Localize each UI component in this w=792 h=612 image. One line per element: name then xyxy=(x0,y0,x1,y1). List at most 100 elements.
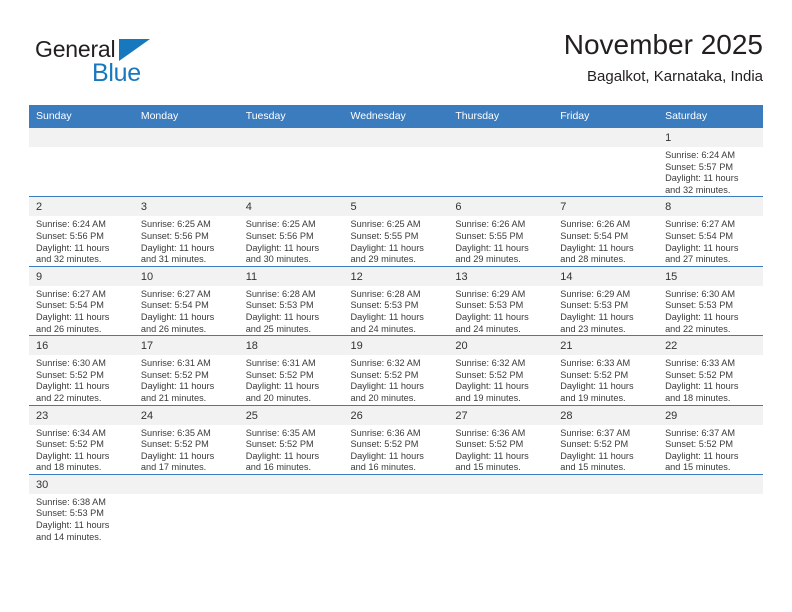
calendar-day-cell[interactable]: 10 Sunrise: 6:27 AM Sunset: 5:54 PM Dayligh… xyxy=(133,265,239,336)
detail-sunrise: Sunrise: 6:27 AM xyxy=(36,288,106,299)
detail-sunset: Sunset: 5:52 PM xyxy=(140,439,209,450)
day-number: 11 xyxy=(238,267,344,286)
detail-sunrise: Sunrise: 6:35 AM xyxy=(245,427,316,438)
detail-daylight2: and 21 minutes. xyxy=(140,392,207,403)
calendar-week-row: 30 Sunrise: 6:38 AM Sunset: 5:53 PM Dayligh… xyxy=(29,473,763,544)
calendar-day-cell[interactable]: 14 Sunrise: 6:29 AM Sunset: 5:53 PM Dayligh… xyxy=(553,265,659,336)
calendar-day-cell[interactable]: 8 Sunrise: 6:27 AM Sunset: 5:54 PM Daylight… xyxy=(658,196,763,267)
detail-daylight1: Daylight: 11 hours xyxy=(245,311,320,322)
day-number: 6 xyxy=(448,197,554,217)
detail-daylight1: Daylight: 11 hours xyxy=(36,450,110,461)
detail-sunset: Sunset: 5:52 PM xyxy=(560,439,629,450)
day-number: 1 xyxy=(658,128,763,147)
day-details: Sunrise: 6:35 AM Sunset: 5:52 PM Daylight:… xyxy=(239,425,344,474)
detail-sunset: Sunset: 5:56 PM xyxy=(36,230,104,241)
day-number: 7 xyxy=(553,197,659,217)
weekday-header-monday: Monday xyxy=(133,105,239,128)
calendar-day-cell[interactable]: 30 Sunrise: 6:38 AM Sunset: 5:53 PM Dayligh… xyxy=(29,473,134,544)
calendar-cell-empty xyxy=(553,473,659,544)
day-details: Sunrise: 6:27 AM Sunset: 5:54 PM Daylight:… xyxy=(658,216,763,265)
detail-daylight2: and 22 minutes. xyxy=(665,323,731,334)
calendar-day-cell[interactable]: 24 Sunrise: 6:35 AM Sunset: 5:52 PM Dayligh… xyxy=(133,404,239,475)
calendar-day-cell[interactable]: 7 Sunrise: 6:26 AM Sunset: 5:54 PM Daylight… xyxy=(553,196,659,267)
calendar-day-cell[interactable]: 29 Sunrise: 6:37 AM Sunset: 5:52 PM Dayligh… xyxy=(658,404,763,475)
calendar-cell-empty xyxy=(133,126,239,197)
detail-sunset: Sunset: 5:53 PM xyxy=(350,300,419,311)
detail-sunset: Sunset: 5:56 PM xyxy=(245,230,314,241)
weekday-header-tuesday: Tuesday xyxy=(238,105,344,128)
detail-sunset: Sunset: 5:55 PM xyxy=(455,230,524,241)
calendar-day-cell[interactable]: 26 Sunrise: 6:36 AM Sunset: 5:52 PM Dayligh… xyxy=(343,404,449,475)
day-details: Sunrise: 6:30 AM Sunset: 5:52 PM Daylight:… xyxy=(29,355,134,404)
detail-sunrise: Sunrise: 6:33 AM xyxy=(665,358,736,369)
detail-sunset: Sunset: 5:54 PM xyxy=(36,300,104,311)
day-details: Sunrise: 6:38 AM Sunset: 5:53 PM Daylight:… xyxy=(29,494,134,543)
detail-sunrise: Sunrise: 6:31 AM xyxy=(245,358,316,369)
weekday-header-saturday: Saturday xyxy=(658,105,763,128)
detail-sunrise: Sunrise: 6:28 AM xyxy=(350,288,421,299)
detail-daylight1: Daylight: 11 hours xyxy=(665,450,739,461)
calendar-day-cell[interactable]: 1 Sunrise: 6:24 AM Sunset: 5:57 PM Daylight… xyxy=(658,126,763,197)
detail-sunrise: Sunrise: 6:26 AM xyxy=(455,219,526,230)
title-block: November 2025 Bagalkot, Karnataka, India xyxy=(564,28,763,88)
day-number xyxy=(553,128,659,147)
calendar-day-cell[interactable]: 17 Sunrise: 6:31 AM Sunset: 5:52 PM Dayligh… xyxy=(133,335,239,405)
detail-sunset: Sunset: 5:52 PM xyxy=(350,369,419,380)
calendar-day-cell[interactable]: 18 Sunrise: 6:31 AM Sunset: 5:52 PM Dayligh… xyxy=(238,335,344,405)
logo-blue-text: Blue xyxy=(92,59,141,87)
detail-daylight2: and 30 minutes. xyxy=(245,254,312,265)
day-number: 27 xyxy=(448,406,554,425)
detail-sunrise: Sunrise: 6:36 AM xyxy=(455,427,526,438)
detail-sunrise: Sunrise: 6:37 AM xyxy=(665,427,736,438)
detail-daylight1: Daylight: 11 hours xyxy=(350,311,424,322)
calendar-day-cell[interactable]: 4 Sunrise: 6:25 AM Sunset: 5:56 PM Daylight… xyxy=(238,196,344,267)
calendar-day-cell[interactable]: 3 Sunrise: 6:25 AM Sunset: 5:56 PM Daylight… xyxy=(133,196,239,267)
day-number: 18 xyxy=(238,336,344,356)
day-details: Sunrise: 6:27 AM Sunset: 5:54 PM Daylight:… xyxy=(134,286,239,335)
calendar-day-cell[interactable]: 16 Sunrise: 6:30 AM Sunset: 5:52 PM Dayligh… xyxy=(29,335,134,405)
day-number xyxy=(448,128,554,147)
detail-daylight1: Daylight: 11 hours xyxy=(245,381,320,392)
day-number xyxy=(238,128,344,147)
detail-daylight2: and 15 minutes. xyxy=(560,462,626,473)
detail-daylight1: Daylight: 11 hours xyxy=(245,242,320,253)
detail-sunrise: Sunrise: 6:33 AM xyxy=(560,358,631,369)
detail-daylight2: and 23 minutes. xyxy=(560,323,626,334)
calendar-day-cell[interactable]: 11 Sunrise: 6:28 AM Sunset: 5:53 PM Dayligh… xyxy=(238,265,344,336)
calendar-day-cell[interactable]: 13 Sunrise: 6:29 AM Sunset: 5:53 PM Dayligh… xyxy=(448,265,554,336)
day-number: 16 xyxy=(29,336,134,356)
general-blue-logo: General Blue xyxy=(35,36,215,92)
calendar-page: General Blue November 2025 Bagalkot, Kar… xyxy=(0,0,792,612)
calendar-day-cell[interactable]: 21 Sunrise: 6:33 AM Sunset: 5:52 PM Dayligh… xyxy=(553,335,659,405)
calendar-day-cell[interactable]: 25 Sunrise: 6:35 AM Sunset: 5:52 PM Dayligh… xyxy=(238,404,344,475)
detail-daylight2: and 16 minutes. xyxy=(245,462,312,473)
detail-sunrise: Sunrise: 6:31 AM xyxy=(140,358,211,369)
day-number xyxy=(553,475,659,494)
detail-sunrise: Sunrise: 6:24 AM xyxy=(665,150,736,160)
calendar-day-cell[interactable]: 9 Sunrise: 6:27 AM Sunset: 5:54 PM Daylight… xyxy=(29,265,134,336)
detail-daylight2: and 22 minutes. xyxy=(36,392,102,403)
calendar-day-cell[interactable]: 2 Sunrise: 6:24 AM Sunset: 5:56 PM Daylight… xyxy=(29,196,134,267)
detail-daylight2: and 16 minutes. xyxy=(350,462,416,473)
detail-daylight1: Daylight: 11 hours xyxy=(560,242,634,253)
calendar-day-cell[interactable]: 27 Sunrise: 6:36 AM Sunset: 5:52 PM Dayligh… xyxy=(448,404,554,475)
calendar-day-cell[interactable]: 5 Sunrise: 6:25 AM Sunset: 5:55 PM Daylight… xyxy=(343,196,449,267)
calendar-cell-empty xyxy=(343,473,449,544)
detail-sunrise: Sunrise: 6:24 AM xyxy=(36,219,106,230)
calendar-day-cell[interactable]: 20 Sunrise: 6:32 AM Sunset: 5:52 PM Dayligh… xyxy=(448,335,554,405)
detail-daylight2: and 28 minutes. xyxy=(560,254,626,265)
day-number: 29 xyxy=(658,406,763,425)
calendar-day-cell[interactable]: 12 Sunrise: 6:28 AM Sunset: 5:53 PM Dayligh… xyxy=(343,265,449,336)
day-number xyxy=(29,128,134,147)
day-number xyxy=(448,475,554,494)
calendar-day-cell[interactable]: 15 Sunrise: 6:30 AM Sunset: 5:53 PM Dayligh… xyxy=(658,265,763,336)
calendar-day-cell[interactable]: 22 Sunrise: 6:33 AM Sunset: 5:52 PM Dayligh… xyxy=(658,335,763,405)
detail-sunset: Sunset: 5:52 PM xyxy=(665,369,733,380)
calendar-day-cell[interactable]: 6 Sunrise: 6:26 AM Sunset: 5:55 PM Daylight… xyxy=(448,196,554,267)
calendar-day-cell[interactable]: 23 Sunrise: 6:34 AM Sunset: 5:52 PM Dayligh… xyxy=(29,404,134,475)
calendar-day-cell[interactable]: 28 Sunrise: 6:37 AM Sunset: 5:52 PM Dayligh… xyxy=(553,404,659,475)
calendar-day-cell[interactable]: 19 Sunrise: 6:32 AM Sunset: 5:52 PM Dayligh… xyxy=(343,335,449,405)
detail-daylight1: Daylight: 11 hours xyxy=(560,450,634,461)
calendar-body: 1 Sunrise: 6:24 AM Sunset: 5:57 PM Daylight… xyxy=(29,126,763,544)
day-details: Sunrise: 6:28 AM Sunset: 5:53 PM Daylight:… xyxy=(239,286,344,335)
